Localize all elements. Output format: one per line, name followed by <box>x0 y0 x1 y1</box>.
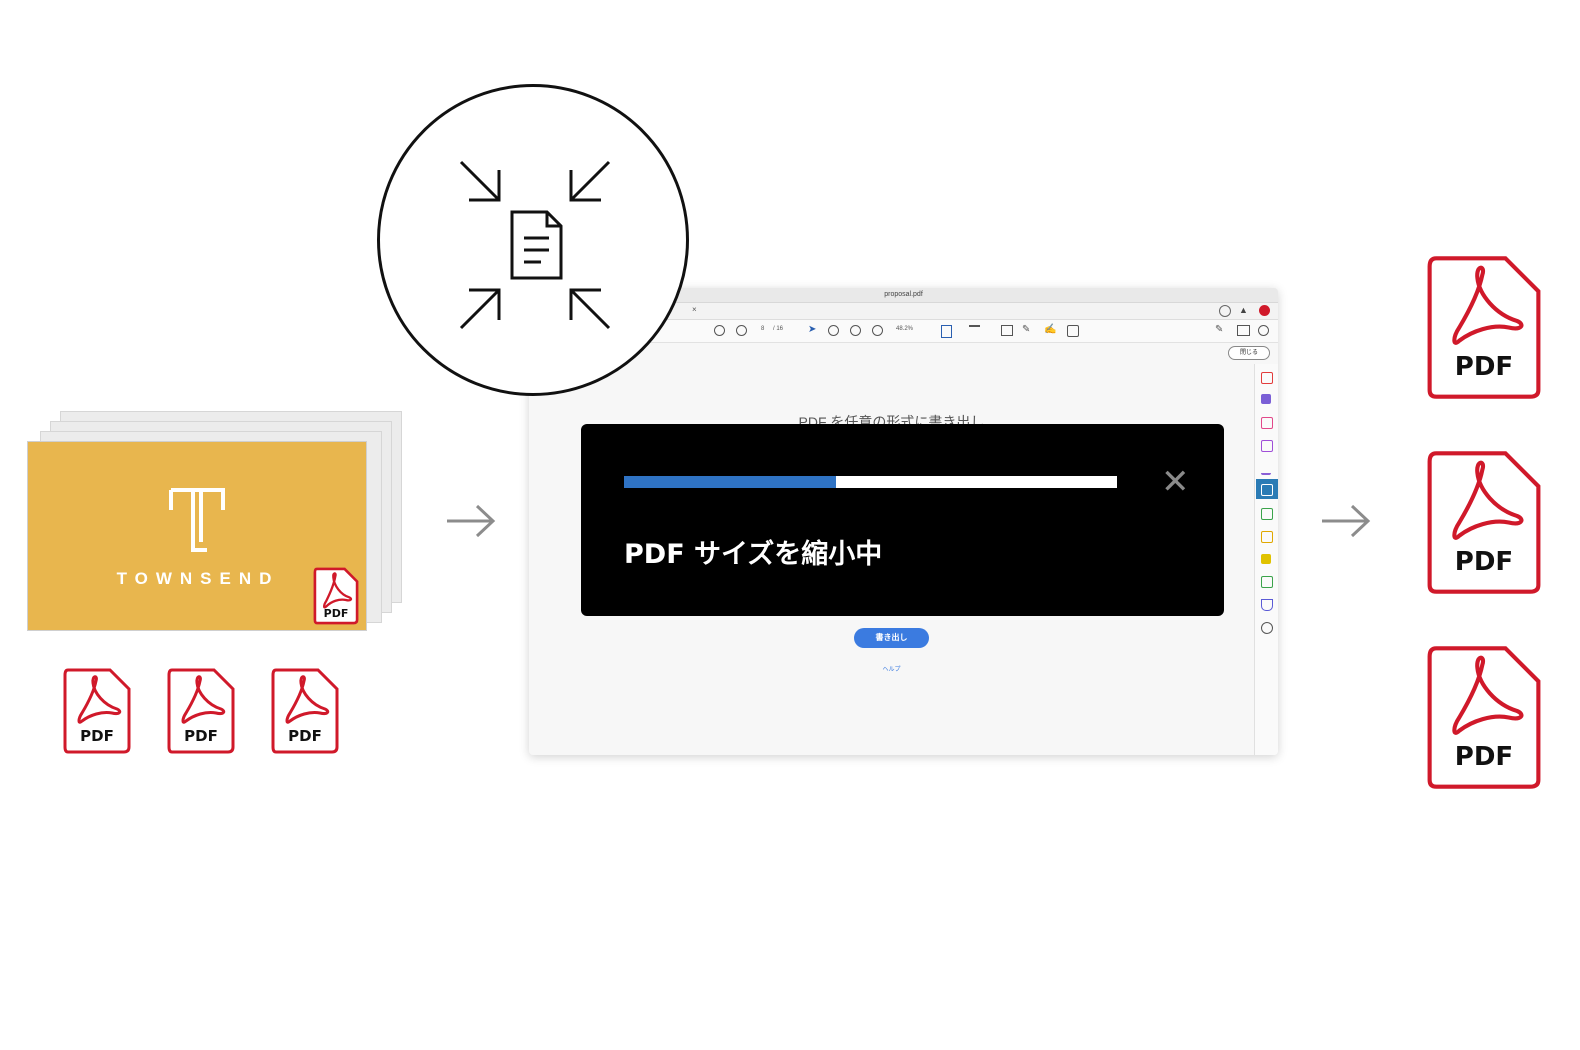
scan-ocr-icon[interactable] <box>1261 531 1273 543</box>
page-down-icon[interactable] <box>736 325 747 336</box>
pdf-label: PDF <box>184 727 218 745</box>
comment-icon[interactable] <box>1001 325 1013 336</box>
zoom-out-icon[interactable] <box>850 325 861 336</box>
mail-icon[interactable] <box>1237 325 1250 336</box>
create-pdf-icon[interactable] <box>1261 372 1273 384</box>
arrow-right-icon <box>1322 504 1371 538</box>
progress-bar <box>624 476 1117 488</box>
edit-pdf-icon[interactable] <box>1261 440 1273 452</box>
document-cover: TOWNSEND PDF <box>27 441 367 631</box>
pdf-file-icon: PDF <box>1425 450 1543 595</box>
progress-dialog: ✕ PDF サイズを縮小中 <box>581 424 1224 616</box>
pdf-file-icon: PDF <box>1425 255 1543 400</box>
pdf-label: PDF <box>323 607 349 620</box>
hand-tool-icon[interactable] <box>828 325 839 336</box>
pdf-label: PDF <box>80 727 114 745</box>
compress-document-icon <box>459 160 611 330</box>
close-tool-button[interactable]: 閉じる <box>1228 346 1270 360</box>
tab-close-icon[interactable]: × <box>692 305 697 314</box>
pdf-label: PDF <box>1454 742 1514 772</box>
arrow-right-icon <box>447 504 496 538</box>
bell-icon[interactable]: ▲ <box>1239 305 1248 315</box>
page-total: / 16 <box>773 326 784 332</box>
pdf-file-icon: PDF <box>61 667 133 755</box>
comment-tool-icon[interactable] <box>1261 554 1271 564</box>
protect-icon[interactable] <box>1261 599 1273 611</box>
sign-icon[interactable]: ✍ <box>1044 324 1056 335</box>
stamp-icon[interactable] <box>1067 325 1079 337</box>
more-tools-icon[interactable] <box>1261 622 1273 634</box>
print-production-icon[interactable] <box>1261 576 1273 588</box>
zoom-level[interactable]: 48.2% <box>896 326 913 332</box>
help-icon[interactable] <box>1219 305 1231 317</box>
export-button[interactable]: 書き出し <box>854 628 929 648</box>
pen-icon[interactable]: ✎ <box>1022 324 1030 335</box>
export-pdf-icon[interactable] <box>1261 484 1273 496</box>
progress-fill <box>624 476 836 488</box>
share-icon[interactable]: ✎ <box>1215 324 1223 335</box>
page-view-icon[interactable] <box>941 325 952 338</box>
export-heading: PDF を任意の形式に書き出し <box>798 414 985 424</box>
pdf-file-icon: PDF <box>1425 645 1543 790</box>
pdf-label: PDF <box>1454 352 1514 382</box>
tools-sidebar <box>1254 364 1278 755</box>
compare-icon[interactable] <box>1261 508 1273 520</box>
select-cursor-icon[interactable]: ➤ <box>808 324 816 335</box>
pdf-label: PDF <box>288 727 322 745</box>
page-current[interactable]: 8 <box>761 326 764 332</box>
organize-pages-icon[interactable] <box>1261 417 1273 429</box>
page-up-icon[interactable] <box>714 325 725 336</box>
progress-message: PDF サイズを縮小中 <box>624 539 883 570</box>
pdf-file-icon: PDF <box>165 667 237 755</box>
scroll-mode-icon[interactable] <box>969 325 980 337</box>
fill-sign-icon[interactable] <box>1261 463 1271 475</box>
pdf-label: PDF <box>1454 547 1514 577</box>
compress-badge <box>377 84 689 396</box>
acrobat-account-icon[interactable] <box>1259 305 1270 316</box>
close-icon[interactable]: ✕ <box>1161 465 1190 499</box>
brand-logo-icon <box>169 488 225 552</box>
zoom-in-icon[interactable] <box>872 325 883 336</box>
pdf-file-icon: PDF <box>269 667 341 755</box>
pdf-file-icon: PDF <box>312 567 360 625</box>
help-link[interactable]: ヘルプ <box>854 664 929 673</box>
user-icon[interactable] <box>1258 325 1269 336</box>
combine-files-icon[interactable] <box>1261 394 1271 404</box>
